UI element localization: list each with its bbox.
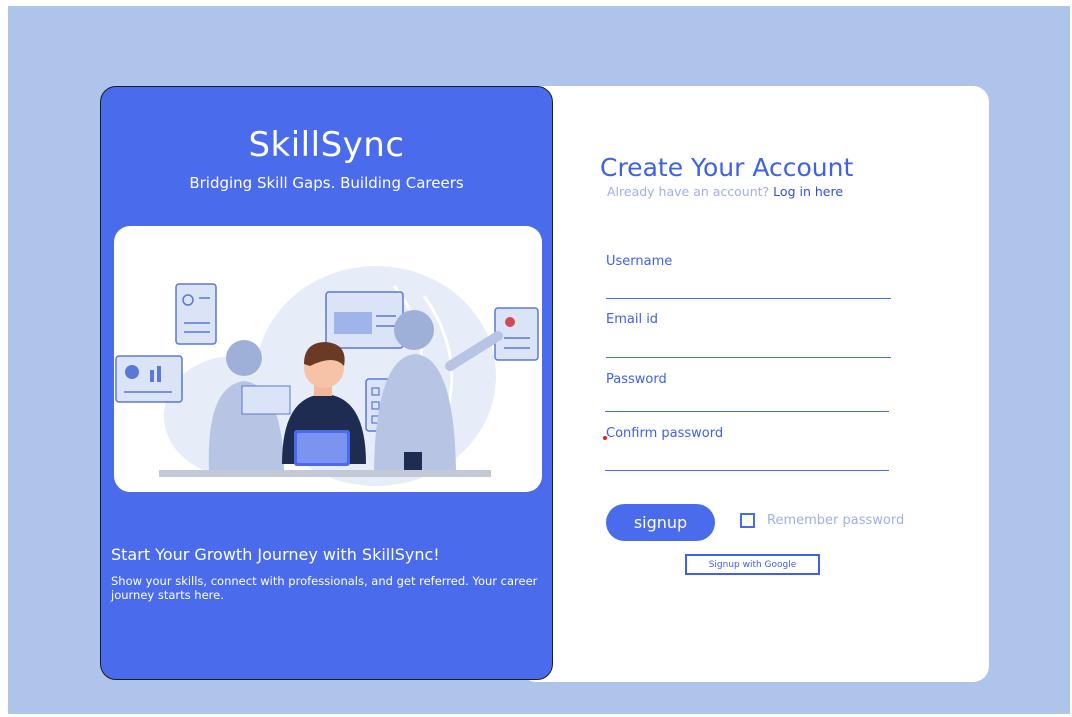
login-link[interactable]: Log in here	[773, 184, 843, 199]
username-label: Username	[606, 254, 673, 269]
username-field[interactable]	[606, 272, 891, 299]
journey-title: Start Your Growth Journey with SkillSync…	[111, 545, 440, 564]
hero-illustration	[114, 226, 542, 492]
login-prompt-text: Already have an account?	[607, 184, 770, 199]
remember-password-checkbox[interactable]	[740, 513, 755, 528]
confirm-password-label: Confirm password	[606, 426, 724, 441]
form-title: Create Your Account	[600, 153, 854, 182]
confirm-password-field[interactable]	[605, 444, 889, 471]
password-field[interactable]	[605, 385, 889, 412]
brand-panel: SkillSync Bridging Skill Gaps. Building …	[100, 86, 553, 680]
email-label: Email id	[606, 312, 659, 327]
google-signup-button[interactable]: Signup with Google	[685, 554, 820, 575]
email-field[interactable]	[606, 331, 891, 358]
journey-description: Show your skills, connect with professio…	[111, 574, 538, 602]
login-prompt: Already have an account? Log in here	[607, 184, 843, 199]
brand-tagline: Bridging Skill Gaps. Building Careers	[189, 174, 464, 192]
signup-button[interactable]: signup	[606, 504, 715, 541]
remember-password-label: Remember password	[767, 513, 905, 528]
brand-title: SkillSync	[248, 125, 405, 165]
